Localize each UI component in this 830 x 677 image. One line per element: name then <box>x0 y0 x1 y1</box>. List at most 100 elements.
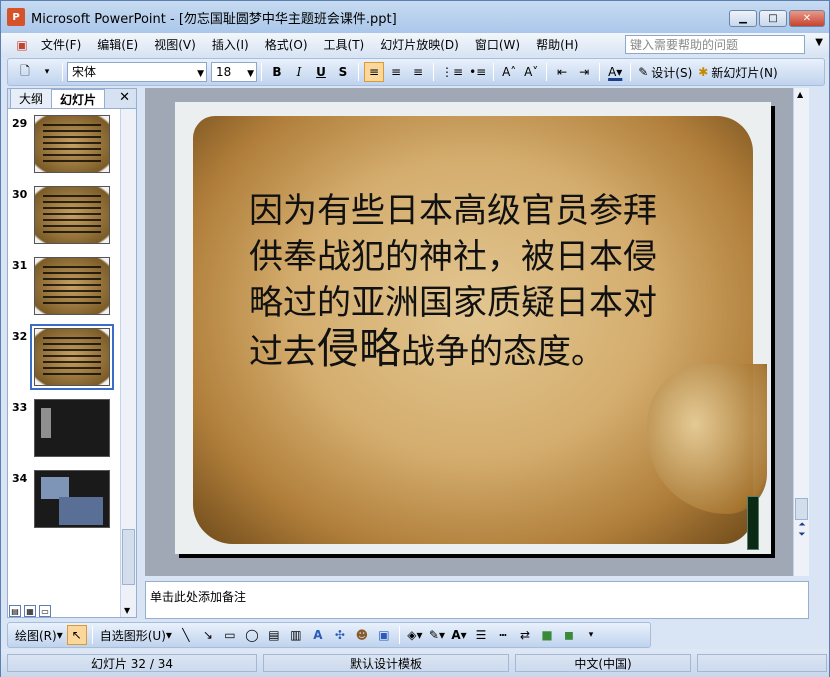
doc-menu-icon[interactable]: ▣ <box>12 35 32 55</box>
powerpoint-window: P Microsoft PowerPoint - [勿忘国耻圆梦中华主题班会课件… <box>0 0 830 677</box>
font-name-select[interactable]: 宋体 ▼ <box>67 62 207 82</box>
bold-button[interactable]: B <box>267 62 287 82</box>
minimize-button[interactable]: ▁ <box>729 10 757 27</box>
autoshapes-button[interactable]: 自选图形(U) ▾ <box>98 625 174 645</box>
font-name-value: 宋体 <box>72 65 97 79</box>
close-button[interactable]: ✕ <box>789 10 825 27</box>
toolbar-options-icon[interactable]: ▾ <box>37 62 57 82</box>
slide-text-box[interactable]: 因为有些日本高级官员参拜 供奉战犯的神社，被日本侵 略过的亚洲国家质疑日本对 过… <box>249 188 709 375</box>
shadow-style-icon[interactable]: ■ <box>537 625 557 645</box>
menu-bar: ▣ 文件(F) 编辑(E) 视图(V) 插入(I) 格式(O) 工具(T) 幻灯… <box>1 33 829 57</box>
dash-style-icon[interactable]: ┅ <box>493 625 513 645</box>
italic-button[interactable]: I <box>289 62 309 82</box>
menu-edit[interactable]: 编辑(E) <box>89 35 146 55</box>
arrow-style-icon[interactable]: ⇄ <box>515 625 535 645</box>
next-slide-icon[interactable]: ⏷ <box>798 530 805 540</box>
tab-slides[interactable]: 幻灯片 <box>51 89 106 108</box>
design-icon: ✎ <box>638 65 649 79</box>
menu-window[interactable]: 窗口(W) <box>467 35 528 55</box>
design-button[interactable]: ✎ 设计(S) <box>636 62 694 82</box>
picture-icon[interactable]: ▣ <box>374 625 394 645</box>
menu-view[interactable]: 视图(V) <box>146 35 204 55</box>
scroll-up-icon[interactable]: ▲ <box>797 90 803 99</box>
new-slide-button[interactable]: ✱ 新幻灯片(N) <box>696 62 779 82</box>
wordart-icon[interactable]: A <box>308 625 328 645</box>
chevron-down-icon: ▼ <box>247 69 254 79</box>
clipart-icon[interactable]: ☻ <box>352 625 372 645</box>
new-document-icon[interactable]: 🗋 <box>15 62 35 82</box>
fill-color-icon[interactable]: ◈▾ <box>405 625 425 645</box>
tab-outline[interactable]: 大纲 <box>10 88 53 108</box>
slide-thumbnail-29[interactable]: 29 <box>8 115 120 177</box>
diagram-icon[interactable]: ✣ <box>330 625 350 645</box>
menu-file[interactable]: 文件(F) <box>33 35 89 55</box>
increase-font-icon[interactable]: A˄ <box>499 62 519 82</box>
slide-preview <box>34 399 110 457</box>
decrease-indent-icon[interactable]: ⇤ <box>552 62 572 82</box>
font-size-select[interactable]: 18 ▼ <box>211 62 257 82</box>
panel-tabs: 大纲 幻灯片 ✕ <box>8 88 136 109</box>
line-style-icon[interactable]: ☰ <box>471 625 491 645</box>
line-tool-icon[interactable]: ╲ <box>176 625 196 645</box>
slide-sorter-view-icon[interactable]: ▦ <box>24 605 36 617</box>
chevron-down-icon[interactable]: ▼ <box>815 37 823 48</box>
scrollbar-thumb[interactable] <box>122 529 135 585</box>
slide-preview <box>34 115 110 173</box>
shadow-button[interactable]: S <box>333 62 353 82</box>
3d-style-icon[interactable]: ◼ <box>559 625 579 645</box>
font-size-value: 18 <box>216 65 232 79</box>
font-color-icon[interactable]: A▾ <box>605 62 625 82</box>
slide-preview <box>34 470 110 528</box>
slide-preview-selected <box>30 324 114 390</box>
design-template-name: 默认设计模板 <box>263 654 509 672</box>
slide-text-line: 供奉战犯的神社，被日本侵 <box>249 237 657 277</box>
slideshow-view-icon[interactable]: ▭ <box>39 605 51 617</box>
toolbar-options-icon[interactable]: ▾ <box>581 625 601 645</box>
draw-menu-button[interactable]: 绘图(R) ▾ <box>13 625 65 645</box>
underline-button[interactable]: U <box>311 62 331 82</box>
slide-thumbnail-31[interactable]: 31 <box>8 257 120 319</box>
normal-view-icon[interactable]: ▤ <box>9 605 21 617</box>
bullets-icon[interactable]: •≡ <box>467 62 488 82</box>
window-title: Microsoft PowerPoint - [勿忘国耻圆梦中华主题班会课件.p… <box>31 11 397 27</box>
maximize-button[interactable]: □ <box>759 10 787 27</box>
arrow-tool-icon[interactable]: ↘ <box>198 625 218 645</box>
menu-insert[interactable]: 插入(I) <box>204 35 257 55</box>
slide-thumbnail-34[interactable]: 34 <box>8 470 120 532</box>
notes-pane[interactable]: 单击此处添加备注 <box>145 581 809 619</box>
line-color-icon[interactable]: ✎▾ <box>427 625 447 645</box>
select-arrow-icon[interactable]: ↖ <box>66 625 87 645</box>
increase-indent-icon[interactable]: ⇥ <box>574 62 594 82</box>
menu-help[interactable]: 帮助(H) <box>528 35 586 55</box>
align-left-icon[interactable]: ≡ <box>364 62 384 82</box>
slide-scrollbar[interactable]: ▲ ⏶ ⏷ <box>793 88 809 576</box>
align-right-icon[interactable]: ≡ <box>408 62 428 82</box>
close-icon[interactable]: ✕ <box>119 90 130 105</box>
formatting-toolbar: 🗋 ▾ 宋体 ▼ 18 ▼ B I U S ≡ ≡ ≡ ⋮≡ •≡ A˄ A˅ … <box>7 58 825 86</box>
drawing-toolbar: 绘图(R) ▾ ↖ 自选图形(U) ▾ ╲ ↘ ▭ ◯ ▤ ▥ A ✣ ☻ ▣ ◈▾… <box>7 622 651 648</box>
slide-thumbnail-33[interactable]: 33 <box>8 399 120 461</box>
menu-slideshow[interactable]: 幻灯片放映(D) <box>372 35 467 55</box>
slides-panel-scrollbar[interactable]: ▼ <box>120 109 136 617</box>
slide-thumbnail-30[interactable]: 30 <box>8 186 120 248</box>
textbox-icon[interactable]: ▤ <box>264 625 284 645</box>
numbering-icon[interactable]: ⋮≡ <box>439 62 465 82</box>
slide-thumbnail-32[interactable]: 32 <box>8 324 120 390</box>
menu-format[interactable]: 格式(O) <box>257 35 316 55</box>
decrease-font-icon[interactable]: A˅ <box>521 62 541 82</box>
title-bar: P Microsoft PowerPoint - [勿忘国耻圆梦中华主题班会课件… <box>1 1 829 33</box>
align-center-icon[interactable]: ≡ <box>386 62 406 82</box>
toolbar-separator <box>91 626 93 644</box>
slide-position: 幻灯片 32 / 34 <box>7 654 257 672</box>
vertical-textbox-icon[interactable]: ▥ <box>286 625 306 645</box>
oval-tool-icon[interactable]: ◯ <box>242 625 262 645</box>
toolbar-separator <box>261 63 262 81</box>
font-color-icon[interactable]: A▾ <box>449 625 469 645</box>
slide-number: 31 <box>12 259 28 272</box>
previous-slide-icon[interactable]: ⏶ <box>798 520 805 530</box>
slide-canvas[interactable]: 因为有些日本高级官员参拜 供奉战犯的神社，被日本侵 略过的亚洲国家质疑日本对 过… <box>175 102 771 554</box>
scrollbar-thumb[interactable] <box>795 498 808 520</box>
rectangle-tool-icon[interactable]: ▭ <box>220 625 240 645</box>
menu-tools[interactable]: 工具(T) <box>316 35 373 55</box>
help-search-input[interactable]: 键入需要帮助的问题 <box>625 35 805 54</box>
